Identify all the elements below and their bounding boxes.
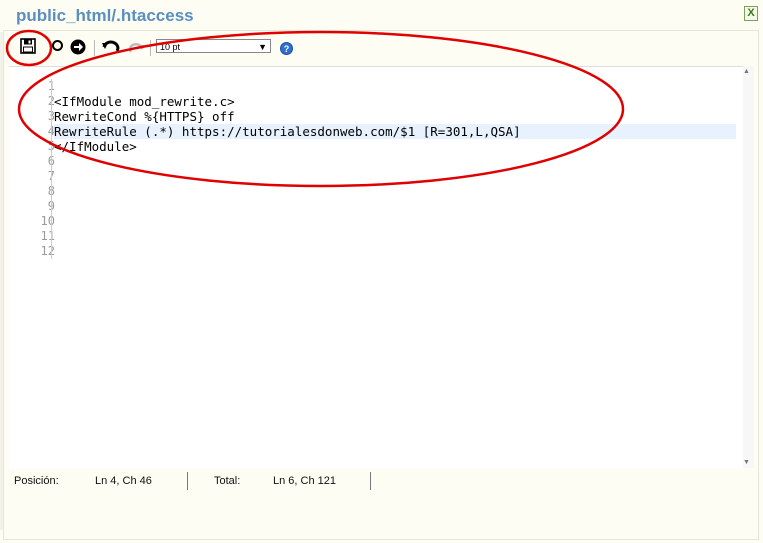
code-line[interactable]: RewriteCond %{HTTPS} off [54, 109, 736, 124]
toolbar-separator [94, 40, 95, 56]
scroll-up-icon[interactable]: ▲ [743, 68, 750, 75]
scroll-down-icon[interactable]: ▼ [743, 459, 750, 466]
font-size-select[interactable]: 10 pt ▼ [156, 39, 271, 53]
code-line[interactable]: </IfModule> [54, 139, 736, 154]
toolbar: 10 pt ▼ ? [6, 36, 754, 62]
save-icon[interactable] [20, 38, 36, 54]
total-value: Ln 6, Ch 121 [273, 475, 336, 487]
circle-icon[interactable] [52, 40, 63, 51]
code-line[interactable] [54, 229, 736, 244]
help-icon[interactable]: ? [280, 42, 293, 55]
title-bar: public_html/.htaccess X [0, 0, 763, 32]
position-value: Ln 4, Ch 46 [95, 475, 152, 487]
code-line[interactable] [54, 154, 736, 169]
vertical-scrollbar[interactable]: ▲ ▼ [743, 66, 754, 468]
status-bar: Posición: Ln 4, Ch 46 Total: Ln 6, Ch 12… [6, 470, 754, 490]
total-label: Total: [214, 475, 241, 487]
status-divider [370, 472, 371, 490]
redo-icon [128, 43, 144, 53]
code-lines[interactable]: <IfModule mod_rewrite.c> RewriteCond %{H… [54, 79, 736, 259]
code-line[interactable] [54, 244, 736, 259]
undo-icon[interactable] [102, 40, 120, 54]
code-line-active[interactable]: RewriteRule (.*) https://tutorialesdonwe… [54, 124, 736, 139]
toolbar-separator [150, 40, 151, 56]
forward-icon[interactable] [70, 39, 86, 55]
code-line[interactable] [54, 199, 736, 214]
code-line[interactable]: <IfModule mod_rewrite.c> [54, 94, 736, 109]
code-line[interactable] [54, 184, 736, 199]
dropdown-arrow-icon: ▼ [258, 42, 267, 52]
status-divider [187, 472, 188, 490]
code-line[interactable] [54, 214, 736, 229]
close-button[interactable]: X [744, 6, 758, 21]
window-title: public_html/.htaccess [16, 6, 194, 25]
code-line[interactable] [54, 79, 736, 94]
font-size-value: 10 pt [160, 42, 181, 52]
position-label: Posición: [14, 475, 59, 487]
gutter-divider [51, 79, 52, 259]
code-editor[interactable]: 1 2 3 4 5 6 7 8 9 10 11 12 <IfModule mod… [9, 66, 743, 469]
code-line[interactable] [54, 169, 736, 184]
